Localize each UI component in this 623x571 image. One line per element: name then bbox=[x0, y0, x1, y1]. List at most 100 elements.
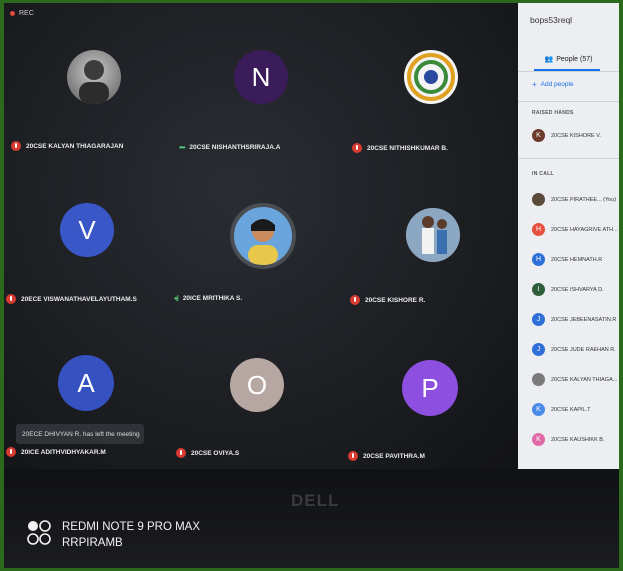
meeting-screen: REC 20CSE KALYAN THIAGARAJAN N ••• 20CSE… bbox=[4, 3, 518, 469]
participant-tile[interactable]: N ••• 20CSE NISHANTHSRIRAJA.A bbox=[179, 23, 349, 173]
participant-name: 20CSE PAVITHRA.M bbox=[363, 452, 425, 460]
avatar: K bbox=[532, 433, 545, 446]
avatar-initial: P bbox=[421, 372, 439, 403]
divider bbox=[518, 101, 619, 102]
watermark-device: REDMI NOTE 9 PRO MAX bbox=[62, 521, 201, 533]
avatar bbox=[532, 373, 545, 386]
avatar bbox=[230, 203, 296, 269]
person-photo-icon bbox=[406, 208, 460, 262]
name-row: 20CSE KALYAN THIAGARAJAN bbox=[11, 141, 123, 151]
meeting-code: bops53reql bbox=[530, 15, 573, 25]
avatar: J bbox=[532, 313, 545, 326]
name-row: 20ICE ADITHVIDHYAKAR.M bbox=[6, 447, 106, 457]
speaking-indicator-icon: ••• bbox=[179, 143, 185, 152]
avatar: N bbox=[234, 50, 288, 104]
add-person-icon: + bbox=[532, 80, 537, 89]
participant-list-name: 20CSE KAUSHIKK B. bbox=[551, 436, 605, 443]
name-row: 20ECE VISWANATHAVELAYUTHAM.S bbox=[6, 294, 137, 304]
participant-list-name: 20CSE JEBEENASATIN.R bbox=[551, 316, 617, 323]
avatar: K bbox=[532, 403, 545, 416]
name-row: •ıl 20ICE MRITHIKA S. bbox=[174, 294, 242, 303]
participant-list-name: 20CSE ISHVARYA D. bbox=[551, 286, 604, 293]
participant-list-item[interactable]: J 20CSE JEBEENASATIN.R bbox=[532, 313, 616, 326]
avatar: A bbox=[58, 355, 114, 411]
participant-list-item[interactable]: H 20CSE HAYAGRIVE ATH... bbox=[532, 223, 618, 236]
avatar-initial: V bbox=[78, 214, 96, 245]
tab-people[interactable]: 👥 People (57) bbox=[518, 49, 619, 69]
tab-label: People (57) bbox=[556, 55, 593, 63]
mic-off-icon bbox=[350, 295, 360, 305]
participant-name: 20ICE ADITHVIDHYAKAR.M bbox=[21, 448, 106, 456]
participant-list-item[interactable]: 20CSE PIRATHEE... (You) bbox=[532, 193, 616, 206]
record-dot-icon bbox=[10, 11, 15, 16]
left-meeting-toast: 20ECE DHIVYAN R. has left the meeting bbox=[16, 424, 144, 444]
participant-tile[interactable]: 20CSE KALYAN THIAGARAJAN bbox=[9, 23, 179, 173]
participant-name: 20CSE NISHANTHSRIRAJA.A bbox=[189, 144, 281, 151]
logo-avatar-icon bbox=[407, 53, 455, 101]
name-row: 20CSE OVIYA.S bbox=[176, 448, 239, 458]
participant-list-item[interactable]: K 20CSE KAUSHIKK B. bbox=[532, 433, 605, 446]
participant-tile[interactable]: 20CSE NITHISHKUMAR B. bbox=[344, 23, 514, 173]
participant-tile[interactable]: V 20ECE VISWANATHAVELAYUTHAM.S bbox=[4, 173, 174, 323]
person-photo-icon bbox=[248, 219, 278, 265]
avatar-initial: A bbox=[77, 367, 95, 398]
avatar: V bbox=[60, 203, 114, 257]
participant-tile[interactable]: A 20ICE ADITHVIDHYAKAR.M bbox=[4, 323, 174, 473]
mic-off-icon bbox=[6, 294, 16, 304]
participant-name: 20CSE OVIYA.S bbox=[191, 449, 240, 457]
participant-list-name: 20CSE PIRATHEE... (You) bbox=[551, 196, 617, 203]
participant-name: 20CSE NITHISHKUMAR B. bbox=[367, 144, 448, 152]
avatar bbox=[67, 50, 121, 104]
people-icon: 👥 bbox=[544, 56, 554, 63]
participant-name: 20ECE VISWANATHAVELAYUTHAM.S bbox=[21, 295, 137, 303]
dell-logo: DELL bbox=[291, 491, 340, 510]
participant-tile[interactable]: O 20CSE OVIYA.S bbox=[172, 323, 342, 473]
add-people-label: Add people bbox=[540, 81, 574, 88]
add-people-button[interactable]: + Add people bbox=[532, 80, 574, 89]
avatar bbox=[532, 193, 545, 206]
name-row: 20CSE KISHORE R. bbox=[350, 295, 425, 305]
participant-name: 20CSE KISHORE R. bbox=[365, 296, 426, 304]
people-panel: bops53reql 👥 People (57) + Add people RA… bbox=[518, 3, 619, 469]
participant-tile[interactable]: •ıl 20ICE MRITHIKA S. bbox=[174, 173, 344, 323]
participant-name: 20ICE MRITHIKA S. bbox=[182, 295, 243, 302]
speaking-indicator-icon: •ıl bbox=[174, 294, 179, 303]
avatar bbox=[404, 50, 458, 104]
avatar: H bbox=[532, 223, 545, 236]
avatar-initial: N bbox=[251, 61, 271, 92]
participant-name: 20CSE KALYAN THIAGARAJAN bbox=[26, 142, 124, 150]
laptop-bezel bbox=[4, 469, 619, 568]
avatar: O bbox=[230, 358, 284, 412]
watermark-owner: RRPIRAMB bbox=[62, 537, 123, 549]
participant-list-item[interactable]: J 20CSE JUDE RAEHAN R. bbox=[532, 343, 616, 356]
name-row: 20CSE NITHISHKUMAR B. bbox=[352, 143, 448, 153]
participant-list-name: 20CSE KISHORE V. bbox=[551, 132, 601, 139]
participant-list-name: 20CSE HEMNATH.R bbox=[551, 256, 603, 263]
recording-indicator: REC bbox=[10, 10, 34, 17]
participant-list-name: 20CSE HAYAGRIVE ATH... bbox=[551, 226, 618, 233]
avatar: J bbox=[532, 343, 545, 356]
recording-label: REC bbox=[19, 10, 34, 17]
participant-list-item[interactable]: K 20CSE KISHORE V. bbox=[532, 129, 601, 142]
mic-off-icon bbox=[348, 451, 358, 461]
raised-hands-header: RAISED HANDS bbox=[532, 110, 574, 116]
mic-off-icon bbox=[6, 447, 16, 457]
avatar: H bbox=[532, 253, 545, 266]
mic-off-icon bbox=[352, 143, 362, 153]
divider bbox=[518, 158, 619, 159]
name-row: 20CSE PAVITHRA.M bbox=[348, 451, 425, 461]
participant-list-item[interactable]: H 20CSE HEMNATH.R bbox=[532, 253, 602, 266]
divider bbox=[518, 71, 619, 72]
mic-off-icon bbox=[11, 141, 21, 151]
camera-lens-icon bbox=[27, 520, 51, 545]
participant-tile[interactable]: 20CSE KISHORE R. bbox=[344, 173, 514, 323]
participant-list-item[interactable]: 20CSE KALYAN THIAGA... bbox=[532, 373, 617, 386]
photo-frame: REC 20CSE KALYAN THIAGARAJAN N ••• 20CSE… bbox=[4, 3, 619, 568]
avatar: K bbox=[532, 129, 545, 142]
avatar: I bbox=[532, 283, 545, 296]
participant-list-item[interactable]: K 20CSE KAPIL.T bbox=[532, 403, 590, 416]
participant-tile[interactable]: P 20CSE PAVITHRA.M bbox=[344, 323, 514, 473]
avatar: P bbox=[402, 360, 458, 416]
participant-list-item[interactable]: I 20CSE ISHVARYA D. bbox=[532, 283, 604, 296]
avatar bbox=[406, 208, 460, 262]
